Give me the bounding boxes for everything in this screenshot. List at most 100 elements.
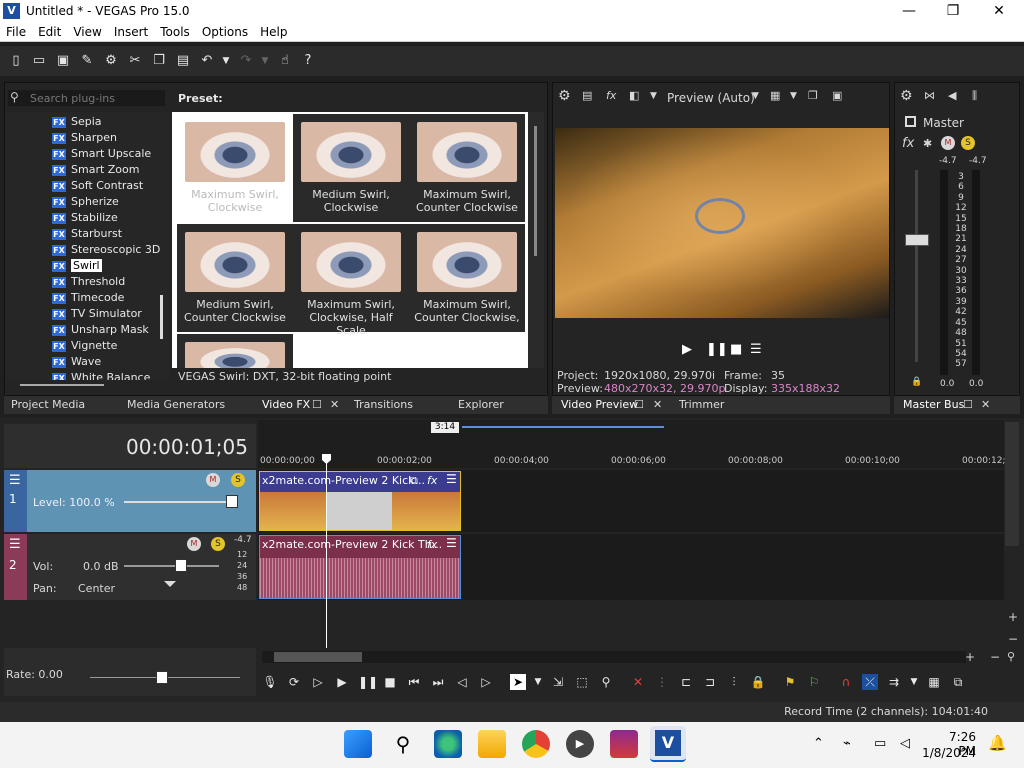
tab-project-media[interactable]: Project Media bbox=[11, 398, 85, 411]
preset-thumbnail[interactable]: Maximum Swirl, Clockwise bbox=[177, 114, 293, 222]
menu-edit[interactable]: Edit bbox=[32, 22, 67, 42]
preset-thumbnail[interactable]: Medium Swirl, Counter Clockwise bbox=[177, 224, 293, 332]
go-to-start-icon[interactable]: ⏮ bbox=[406, 674, 422, 690]
master-settings-icon[interactable]: ⚙ bbox=[900, 88, 913, 104]
delete-icon[interactable]: ✕ bbox=[630, 674, 646, 690]
audio-clip[interactable]: x2mate.com-Preview 2 Kick Th... fx ☰ bbox=[259, 535, 461, 599]
menu-file[interactable]: File bbox=[0, 22, 32, 42]
preset-thumbnail[interactable]: Maximum Swirl, Counter Clockwise, bbox=[409, 224, 525, 332]
menu-options[interactable]: Options bbox=[196, 22, 254, 42]
overlays-dropdown-icon[interactable]: ▼ bbox=[790, 88, 797, 104]
plugin-item[interactable]: FX Timecode bbox=[52, 290, 124, 306]
mute-icon[interactable]: M bbox=[206, 473, 220, 487]
edge-browser-icon[interactable] bbox=[434, 730, 462, 758]
snapping-icon[interactable]: ∩ bbox=[838, 674, 854, 690]
tab-transitions[interactable]: Transitions bbox=[354, 398, 413, 411]
trim-icon[interactable]: ⋮ bbox=[654, 674, 670, 690]
plugin-search-box[interactable]: ⚲ Search plug-ins bbox=[8, 90, 165, 106]
zoom-in-icon[interactable]: + bbox=[965, 650, 975, 664]
tab-media-generators[interactable]: Media Generators bbox=[127, 398, 225, 411]
stop-icon[interactable]: ■ bbox=[382, 674, 398, 690]
save-icon[interactable]: ▣ bbox=[55, 53, 71, 69]
edit-tool-dropdown-icon[interactable]: ▼ bbox=[530, 674, 546, 690]
vol-slider-handle[interactable] bbox=[175, 559, 187, 572]
plugin-item[interactable]: FX Unsharp Mask bbox=[52, 322, 149, 338]
ripple-dropdown-icon[interactable]: ▼ bbox=[906, 674, 922, 690]
level-slider-handle[interactable] bbox=[226, 495, 238, 508]
pause-icon[interactable]: ❚❚ bbox=[358, 674, 378, 690]
track-menu-icon[interactable]: ☰ bbox=[9, 537, 21, 552]
plugin-item[interactable]: FX Sepia bbox=[52, 114, 102, 130]
split-dropdown-icon[interactable]: ▼ bbox=[650, 88, 657, 104]
save-snapshot-icon[interactable]: ▣ bbox=[832, 88, 842, 104]
display-icon[interactable]: ▭ bbox=[874, 736, 886, 751]
audio-track-header[interactable]: ☰ 2 Vol: 0.0 dB Pan: Center M S -4.7 12 2… bbox=[4, 534, 256, 600]
tab-float-icon[interactable]: ☐ bbox=[312, 398, 322, 411]
preset-thumbnail[interactable]: Maximum Swirl, Counter Clockwise bbox=[409, 114, 525, 222]
menu-help[interactable]: Help bbox=[254, 22, 293, 42]
start-windows-icon[interactable] bbox=[344, 730, 372, 758]
winrar-icon[interactable] bbox=[610, 730, 638, 758]
preset-thumbnail[interactable]: Medium Swirl, Clockwise bbox=[293, 114, 409, 222]
cut-icon[interactable]: ✂ bbox=[127, 53, 143, 69]
video-track-header[interactable]: ☰ 1 Level: 100.0 % M S bbox=[4, 470, 256, 532]
play-from-start-icon[interactable]: ▷ bbox=[310, 674, 326, 690]
plugin-item[interactable]: FX Sharpen bbox=[52, 130, 117, 146]
ripple-edit-icon[interactable]: ⇉ bbox=[886, 674, 902, 690]
selection-tool-icon[interactable]: ⇲ bbox=[550, 674, 566, 690]
trim-start-icon[interactable]: ⊏ bbox=[678, 674, 694, 690]
plugin-item-selected[interactable]: FX Swirl bbox=[52, 258, 102, 274]
plugin-list-hscrollbar[interactable] bbox=[20, 384, 104, 386]
preset-thumbnail[interactable] bbox=[177, 334, 293, 368]
copy-icon[interactable]: ❐ bbox=[151, 53, 167, 69]
insert-region-icon[interactable]: ⚐ bbox=[806, 674, 822, 690]
plugin-item[interactable]: FX White Balance bbox=[52, 370, 150, 380]
solo-icon[interactable]: S bbox=[231, 473, 245, 487]
vzoom-out-icon[interactable]: − bbox=[1008, 632, 1018, 646]
timeline-vscroll[interactable] bbox=[1005, 422, 1019, 546]
tab-trimmer[interactable]: Trimmer bbox=[679, 398, 724, 411]
preview-properties-icon[interactable]: ▤ bbox=[582, 88, 592, 104]
tab-close-icon[interactable]: ✕ bbox=[981, 398, 990, 411]
file-explorer-icon[interactable] bbox=[478, 730, 506, 758]
solo-icon[interactable]: S bbox=[961, 136, 975, 150]
plugin-item[interactable]: FX Smart Upscale bbox=[52, 146, 151, 162]
preview-menu-icon[interactable]: ☰ bbox=[750, 342, 762, 358]
plugin-item[interactable]: FXStereoscopic 3D A bbox=[52, 242, 170, 272]
mute-icon[interactable]: M bbox=[941, 136, 955, 150]
plugin-item[interactable]: FX Smart Zoom bbox=[52, 162, 139, 178]
ignore-grouping-icon[interactable]: ⧉ bbox=[950, 674, 966, 690]
minimize-button[interactable]: — bbox=[886, 0, 932, 22]
vegas-taskbar-button[interactable]: V bbox=[650, 726, 686, 762]
settings-icon[interactable]: ⚙ bbox=[103, 53, 119, 69]
master-lock-icon[interactable]: 🔒 bbox=[911, 377, 922, 387]
menu-tools[interactable]: Tools bbox=[154, 22, 196, 42]
next-frame-icon[interactable]: ▷ bbox=[478, 674, 494, 690]
automation-icon[interactable]: ✱ bbox=[923, 137, 932, 150]
preview-settings-icon[interactable]: ⚙ bbox=[558, 88, 571, 104]
redo-dropdown-icon[interactable]: ▼ bbox=[257, 53, 273, 69]
undo-dropdown-icon[interactable]: ▼ bbox=[218, 53, 234, 69]
zoom-tool-icon[interactable]: ⚲ bbox=[1007, 650, 1015, 663]
help-icon[interactable]: ? bbox=[300, 53, 316, 69]
redo-icon[interactable]: ↷ bbox=[238, 53, 254, 69]
track-menu-icon[interactable]: ☰ bbox=[9, 473, 21, 488]
quality-dropdown-icon[interactable]: ▼ bbox=[752, 88, 759, 104]
timeline-hscroll[interactable] bbox=[262, 651, 966, 663]
dim-output-icon[interactable]: ◀ bbox=[948, 88, 956, 104]
chrome-icon[interactable] bbox=[522, 730, 550, 758]
mixer-icon[interactable]: ⫼ bbox=[972, 88, 977, 104]
trim-end-icon[interactable]: ⊐ bbox=[702, 674, 718, 690]
tab-float-icon[interactable]: ☐ bbox=[963, 398, 973, 411]
fx-icon[interactable]: fx bbox=[606, 88, 616, 104]
menu-insert[interactable]: Insert bbox=[108, 22, 154, 42]
auto-crossfade-icon[interactable]: ⤫ bbox=[862, 674, 878, 690]
preview-stop-icon[interactable]: ■ bbox=[730, 342, 742, 358]
zoom-out-icon[interactable]: − bbox=[990, 650, 1000, 664]
tab-video-fx[interactable]: Video FX bbox=[262, 398, 310, 411]
rate-slider-handle[interactable] bbox=[156, 671, 168, 684]
master-checkbox[interactable] bbox=[905, 116, 916, 127]
vzoom-in-icon[interactable]: + bbox=[1008, 610, 1018, 624]
paste-icon[interactable]: ▤ bbox=[175, 53, 191, 69]
go-to-end-icon[interactable]: ⏭ bbox=[430, 674, 446, 690]
